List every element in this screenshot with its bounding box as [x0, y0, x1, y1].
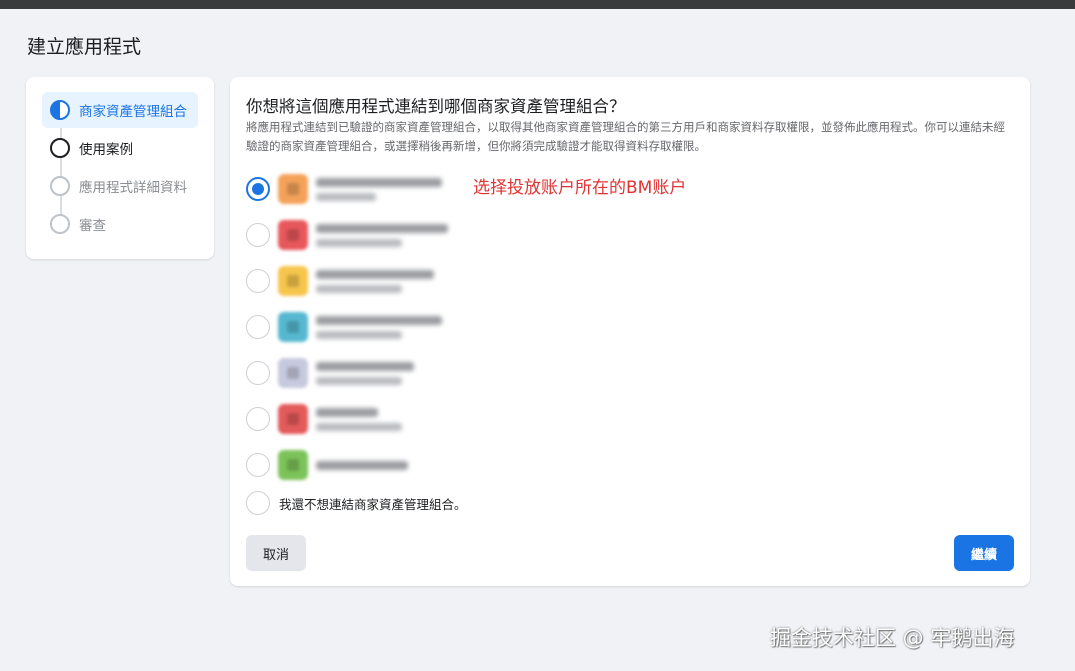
watermark: 掘金技术社区 @ 牢鹅出海	[770, 626, 1015, 650]
radio-button[interactable]	[246, 223, 270, 247]
business-status-redacted	[316, 284, 402, 293]
cancel-button[interactable]: 取消	[246, 535, 306, 571]
business-option[interactable]	[246, 312, 666, 342]
step-label: 應用程式詳細資料	[79, 180, 187, 196]
business-name-redacted	[316, 361, 414, 371]
radio-button[interactable]	[246, 407, 270, 431]
card-description: 將應用程式連結到已驗證的商家資產管理組合，以取得其他商家資產管理組合的第三方用戶…	[246, 120, 1005, 153]
business-name-redacted	[316, 460, 408, 470]
step-use-cases[interactable]: 使用案例	[42, 130, 198, 166]
business-status-redacted	[316, 376, 402, 385]
empty-circle-icon	[50, 176, 70, 196]
step-app-details: 應用程式詳細資料	[42, 168, 198, 204]
steps-sidebar: 商家資產管理組合 使用案例 應用程式詳細資料 審查	[26, 77, 214, 259]
business-avatar-icon	[278, 450, 308, 480]
business-avatar-icon	[278, 220, 308, 250]
window-top-bar	[0, 0, 1075, 9]
business-status-redacted	[316, 330, 402, 339]
card-heading: 你想將這個應用程式連結到哪個商家資產管理組合？	[246, 97, 626, 116]
business-status-redacted	[316, 192, 376, 201]
step-label: 商家資產管理組合	[79, 104, 187, 120]
business-avatar-icon	[278, 174, 308, 204]
no-connect-option[interactable]: 我還不想連結商家資產管理組合。	[246, 488, 666, 518]
business-portfolio-card: 你想將這個應用程式連結到哪個商家資產管理組合？ 將應用程式連結到已驗證的商家資產…	[230, 77, 1030, 586]
step-label: 使用案例	[79, 142, 133, 158]
business-status-redacted	[316, 422, 402, 431]
no-connect-label: 我還不想連結商家資產管理組合。	[279, 496, 467, 512]
step-business-portfolio[interactable]: 商家資產管理組合	[42, 92, 198, 128]
business-avatar-icon	[278, 358, 308, 388]
business-status-redacted	[316, 238, 402, 247]
business-option[interactable]	[246, 220, 666, 250]
continue-button[interactable]: 繼續	[954, 535, 1014, 571]
radio-button[interactable]	[246, 177, 270, 201]
radio-button[interactable]	[246, 453, 270, 477]
business-option[interactable]	[246, 450, 666, 480]
radio-button[interactable]	[246, 361, 270, 385]
annotation-text: 选择投放账户所在的BM账户	[473, 178, 687, 198]
radio-button[interactable]	[246, 491, 270, 515]
business-name-redacted	[316, 177, 442, 187]
business-name-redacted	[316, 315, 442, 325]
radio-button[interactable]	[246, 315, 270, 339]
business-name-redacted	[316, 407, 378, 417]
business-avatar-icon	[278, 266, 308, 296]
step-label: 審查	[79, 218, 106, 234]
empty-circle-icon	[50, 138, 70, 158]
business-option[interactable]	[246, 358, 666, 388]
step-review: 審查	[42, 206, 198, 242]
business-name-redacted	[316, 269, 434, 279]
business-option[interactable]	[246, 266, 666, 296]
business-avatar-icon	[278, 404, 308, 434]
business-option[interactable]	[246, 404, 666, 434]
business-name-redacted	[316, 223, 448, 233]
page-title: 建立應用程式	[27, 36, 142, 58]
half-filled-circle-icon	[50, 100, 70, 120]
empty-circle-icon	[50, 214, 70, 234]
business-avatar-icon	[278, 312, 308, 342]
radio-button[interactable]	[246, 269, 270, 293]
